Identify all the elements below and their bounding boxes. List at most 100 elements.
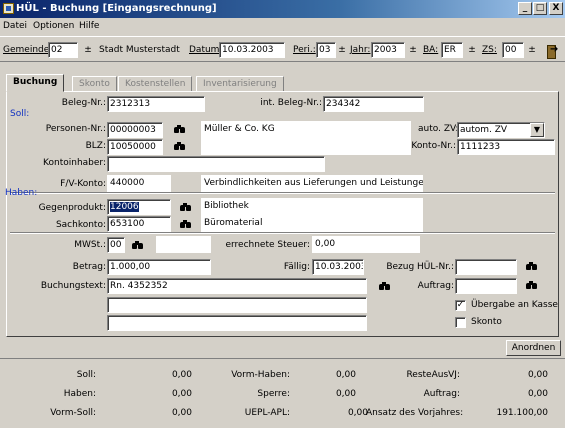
fv-konto-label: F/V-Konto: xyxy=(60,179,106,189)
sum-reste-label: ResteAusVJ: xyxy=(406,370,460,380)
sum-auftrag-label: Auftrag: xyxy=(423,389,460,399)
fv-konto-value: 440000 xyxy=(107,175,171,192)
sachkonto-label: Sachkonto: xyxy=(55,220,106,230)
gemeinde-spin-icon[interactable]: ± xyxy=(83,44,93,56)
maximize-button[interactable]: □ xyxy=(533,2,547,15)
personen-nr-input[interactable]: 00000003 xyxy=(107,122,163,138)
sum-uepl-apl-label: UEPL-APL: xyxy=(244,408,290,418)
skonto-label: Skonto xyxy=(471,317,502,327)
jahr-input[interactable]: 2003 xyxy=(371,42,405,58)
divider xyxy=(10,192,555,194)
tab-buchung[interactable]: Buchung xyxy=(6,74,65,92)
peri-input[interactable]: 03 xyxy=(316,42,336,58)
jahr-label: Jahr: xyxy=(350,45,371,55)
anordnen-button[interactable]: Anordnen xyxy=(506,340,561,356)
zs-input[interactable]: 00 xyxy=(502,42,524,58)
window-title: HÜL - Buchung [Eingangsrechnung] xyxy=(16,3,217,14)
mwst-text xyxy=(156,236,211,253)
sachkonto-text: Büromaterial xyxy=(201,215,423,232)
peri-spin-icon[interactable]: ± xyxy=(337,44,347,56)
jahr-spin-icon[interactable]: ± xyxy=(408,44,418,56)
peri-label: Peri.: xyxy=(293,45,316,55)
sum-vorm-soll-value: 0,00 xyxy=(171,408,192,418)
betrag-input[interactable]: 1.000,00 xyxy=(107,259,211,275)
sum-uepl-apl-value: 0,00 xyxy=(347,408,368,418)
skonto-checkbox[interactable] xyxy=(455,317,466,328)
blz-label: BLZ: xyxy=(85,141,106,151)
sum-auftrag-value: 0,00 xyxy=(527,389,548,399)
ba-spin-icon[interactable]: ± xyxy=(467,44,477,56)
personen-search-icon[interactable] xyxy=(172,124,186,135)
auftrag-input[interactable] xyxy=(455,278,517,294)
menu-datei[interactable]: Datei xyxy=(3,21,27,31)
blz-search-icon[interactable] xyxy=(172,141,186,152)
errechnete-steuer-label: errechnete Steuer: xyxy=(225,240,310,250)
faellig-label: Fällig: xyxy=(283,262,310,272)
gegenprodukt-label: Gegenprodukt: xyxy=(38,203,106,213)
uebergabe-checkbox[interactable]: ✓ xyxy=(455,300,466,311)
sum-vorm-soll-label: Vorm-Soll: xyxy=(50,408,96,418)
bezug-label: Bezug HÜL-Nr.: xyxy=(386,262,454,272)
sum-ansatz-label: Ansatz des Vorjahres: xyxy=(366,408,464,418)
auftrag-search-icon[interactable] xyxy=(524,280,538,291)
sum-ansatz-value: 191.100,00 xyxy=(496,408,548,418)
errechnete-steuer-value: 0,00 xyxy=(312,236,420,253)
menu-bar: Datei Optionen Hilfe xyxy=(0,19,565,34)
tab-inventarisierung[interactable]: Inventarisierung xyxy=(196,76,284,92)
auto-zv-label: auto. ZV: xyxy=(418,124,459,134)
gemeinde-label: Gemeinde: xyxy=(3,45,53,55)
buchungstext-line1[interactable]: Rn. 4352352 xyxy=(107,278,367,294)
beleg-nr-input[interactable]: 2312313 xyxy=(107,96,205,112)
ba-label: BA: xyxy=(423,45,439,55)
bezug-search-icon[interactable] xyxy=(524,261,538,272)
sum-vorm-haben-label: Vorm-Haben: xyxy=(231,370,290,380)
sum-sperre-value: 0,00 xyxy=(335,389,356,399)
bezug-input[interactable] xyxy=(455,259,517,275)
sum-haben-label: Haben: xyxy=(63,389,96,399)
gegenprodukt-text: Bibliothek xyxy=(201,198,423,215)
faellig-input[interactable]: 10.03.2003 xyxy=(312,259,364,275)
gegenprodukt-search-icon[interactable] xyxy=(178,202,192,213)
menu-hilfe[interactable]: Hilfe xyxy=(79,21,99,31)
gemeinde-input[interactable]: 02 xyxy=(48,42,78,58)
app-icon xyxy=(3,3,14,14)
sum-soll-label: Soll: xyxy=(76,370,96,380)
konto-nr-input[interactable]: 1111233 xyxy=(457,139,555,155)
minimize-button[interactable]: _ xyxy=(518,2,532,15)
blz-bank-name xyxy=(201,138,411,155)
buchungstext-line2[interactable] xyxy=(107,297,367,313)
kontoinhaber-input[interactable] xyxy=(107,156,325,172)
zs-spin-icon[interactable]: ± xyxy=(527,44,537,56)
menu-optionen[interactable]: Optionen xyxy=(33,21,74,31)
chevron-down-icon[interactable]: ▼ xyxy=(530,123,544,137)
datum-label: Datum: xyxy=(189,45,223,55)
ba-input[interactable]: ER xyxy=(441,42,463,58)
personen-name: Müller & Co. KG xyxy=(201,121,411,138)
blz-input[interactable]: 10050000 xyxy=(107,139,163,155)
betrag-label: Betrag: xyxy=(72,262,106,272)
zs-label: ZS: xyxy=(482,45,497,55)
sachkonto-input[interactable]: 653100 xyxy=(107,216,171,232)
header-toolbar: Gemeinde: 02 ± Stadt Musterstadt Datum: … xyxy=(0,36,565,62)
exit-door-icon[interactable] xyxy=(547,44,559,59)
datum-input[interactable]: 10.03.2003 xyxy=(219,42,285,58)
mwst-search-icon[interactable] xyxy=(130,240,144,251)
title-bar: HÜL - Buchung [Eingangsrechnung] _ □ X xyxy=(0,0,565,18)
mwst-input[interactable]: 00 xyxy=(107,237,125,253)
close-button[interactable]: X xyxy=(549,2,563,15)
gegenprodukt-input[interactable]: 12006 xyxy=(107,199,171,215)
mwst-label: MWSt.: xyxy=(74,240,106,250)
auftrag-label: Auftrag: xyxy=(417,281,454,291)
tab-skonto[interactable]: Skonto xyxy=(72,76,117,92)
uebergabe-label: Übergabe an Kasse xyxy=(471,300,558,310)
sachkonto-search-icon[interactable] xyxy=(178,219,192,230)
fv-konto-text: Verbindlichkeiten aus Lieferungen und Le… xyxy=(201,175,423,192)
sum-haben-value: 0,00 xyxy=(171,389,192,399)
tab-kostenstellen[interactable]: Kostenstellen xyxy=(118,76,193,92)
buchungstext-line3[interactable] xyxy=(107,315,367,331)
sum-vorm-haben-value: 0,00 xyxy=(335,370,356,380)
sum-soll-value: 0,00 xyxy=(171,370,192,380)
sum-reste-value: 0,00 xyxy=(527,370,548,380)
buchungstext-search-icon[interactable] xyxy=(377,281,391,292)
int-beleg-nr-input[interactable]: 234342 xyxy=(323,96,424,112)
